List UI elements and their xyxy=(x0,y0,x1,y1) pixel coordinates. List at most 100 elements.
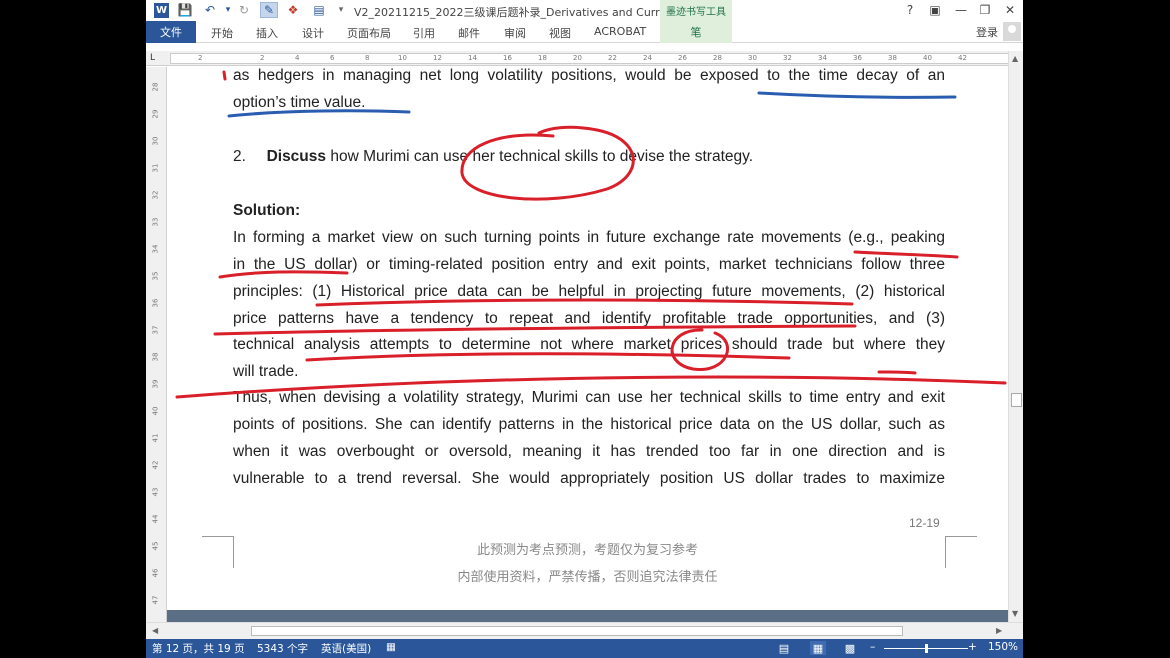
crop-mark xyxy=(202,536,234,568)
ribbon-display-options-icon[interactable]: ▣ xyxy=(926,2,944,18)
ruler-mark: 8 xyxy=(365,54,370,62)
question-bold-word: Discuss xyxy=(266,148,327,165)
page-number: 12-19 xyxy=(909,516,940,530)
tab-design[interactable]: 设计 xyxy=(302,25,324,41)
language-status[interactable]: 英语(美国) xyxy=(321,641,371,656)
word-window: W 💾 ↶ ▾ ↻ ✎ ❖ ▤ ▾ V2_20211215_2022三级课后题补… xyxy=(146,0,1023,658)
solution-heading[interactable]: Solution: xyxy=(233,202,945,220)
ink-pen-icon[interactable]: ✎ xyxy=(260,2,278,18)
zoom-slider-thumb[interactable] xyxy=(925,644,928,653)
scroll-left-icon[interactable]: ◀ xyxy=(152,626,158,635)
footer-watermark-line: 此预测为考点预测，考题仅为复习参考 xyxy=(476,543,698,558)
read-mode-icon[interactable]: ▤ xyxy=(776,641,792,655)
ruler-mark: 38 xyxy=(151,352,160,362)
tab-stop-selector-icon[interactable]: L xyxy=(150,53,161,64)
ruler-mark: 28 xyxy=(713,54,722,62)
customize-toolbar-icon[interactable]: ▾ xyxy=(332,2,350,18)
ink-underline-red xyxy=(305,352,791,362)
save-icon[interactable]: 💾 xyxy=(176,2,194,18)
ruler-mark: 12 xyxy=(433,54,442,62)
zoom-slider[interactable] xyxy=(884,644,968,653)
title-bar: W 💾 ↶ ▾ ↻ ✎ ❖ ▤ ▾ V2_20211215_2022三级课后题补… xyxy=(146,0,1023,21)
ruler-mark: 10 xyxy=(398,54,407,62)
ruler-mark: 42 xyxy=(958,54,967,62)
ruler-mark: 34 xyxy=(151,244,160,254)
scroll-right-icon[interactable]: ▶ xyxy=(996,626,1002,635)
help-button[interactable]: ? xyxy=(901,2,919,18)
undo-icon[interactable]: ↶ xyxy=(201,2,219,18)
web-layout-icon[interactable]: ▩ xyxy=(842,641,858,655)
ink-tick-mark xyxy=(222,70,227,81)
page-break-gap xyxy=(167,610,1008,622)
crop-mark xyxy=(945,536,977,568)
tab-page-layout[interactable]: 页面布局 xyxy=(347,25,391,41)
tab-review[interactable]: 审阅 xyxy=(504,25,526,41)
vertical-ruler[interactable]: 28 29 30 31 32 33 34 35 36 37 38 39 40 4… xyxy=(146,67,167,622)
horizontal-scroll-thumb[interactable] xyxy=(251,626,903,636)
ruler-bar: 2 2 4 6 8 10 12 14 16 18 20 22 24 26 28 … xyxy=(170,53,1010,64)
tab-acrobat[interactable]: ACROBAT xyxy=(594,25,646,38)
question-item[interactable]: 2. Discuss how Murimi can use her techni… xyxy=(233,148,945,166)
print-layout-icon[interactable]: ▦ xyxy=(810,641,826,655)
ruler-mark: 34 xyxy=(818,54,827,62)
body-text-line[interactable]: in the US dollar) or timing-related posi… xyxy=(233,256,945,274)
ruler-mark: 2 xyxy=(260,54,265,62)
horizontal-ruler[interactable]: L 2 2 4 6 8 10 12 14 16 18 20 22 24 26 2… xyxy=(146,51,1023,66)
body-text-line[interactable]: Thus, when devising a volatility strateg… xyxy=(233,389,945,407)
avatar[interactable] xyxy=(1003,22,1021,41)
body-text-line[interactable]: as hedgers in managing net long volatili… xyxy=(233,67,945,85)
document-title: V2_20211215_2022三级课后题补录_Derivatives and … xyxy=(354,6,684,19)
zoom-out-icon[interactable]: – xyxy=(870,641,875,653)
body-text-line[interactable]: option’s time value. xyxy=(233,94,945,112)
horizontal-scrollbar[interactable]: ◀ ▶ xyxy=(146,622,1023,639)
ruler-mark: 28 xyxy=(151,82,160,92)
ruler-mark: 29 xyxy=(151,109,160,119)
tab-view[interactable]: 视图 xyxy=(549,25,571,41)
body-text-line[interactable]: principles: (1) Historical price data ca… xyxy=(233,283,945,301)
vertical-scroll-thumb[interactable] xyxy=(1011,393,1022,407)
ruler-mark: 35 xyxy=(151,271,160,281)
body-text-line[interactable]: will trade. xyxy=(233,363,945,381)
zoom-in-icon[interactable]: + xyxy=(968,641,977,653)
ruler-mark: 40 xyxy=(151,406,160,416)
vertical-scrollbar[interactable]: ▲ ▼ xyxy=(1008,51,1023,622)
restore-icon[interactable]: ❐ xyxy=(976,2,994,18)
ribbon-tabs: 文件 开始 插入 设计 页面布局 引用 邮件 审阅 视图 ACROBAT 笔 登… xyxy=(146,21,1023,43)
close-icon[interactable]: ✕ xyxy=(1001,2,1019,18)
ruler-mark: 2 xyxy=(198,54,203,62)
layout-icon[interactable]: ▤ xyxy=(310,2,328,18)
body-text-line[interactable]: price patterns have a tendency to repeat… xyxy=(233,310,945,328)
tab-references[interactable]: 引用 xyxy=(413,25,435,41)
ruler-mark: 37 xyxy=(151,325,160,335)
ruler-mark: 18 xyxy=(538,54,547,62)
body-text-line[interactable]: vulnerable to a trend reversal. She woul… xyxy=(233,470,945,488)
status-bar: 第 12 页，共 19 页 5343 个字 英语(美国) ▦ ▤ ▦ ▩ – +… xyxy=(146,639,1023,658)
body-text-line[interactable]: points of positions. She can identify pa… xyxy=(233,416,945,434)
macro-record-icon[interactable]: ▦ xyxy=(386,641,396,653)
sign-in-link[interactable]: 登录 xyxy=(976,24,998,40)
minimize-icon[interactable]: — xyxy=(952,2,970,18)
zoom-level[interactable]: 150% xyxy=(988,641,1018,653)
ruler-mark: 32 xyxy=(783,54,792,62)
document-page[interactable]: as hedgers in managing net long volatili… xyxy=(167,67,1008,622)
tab-pen[interactable]: 笔 xyxy=(660,21,732,43)
tab-file[interactable]: 文件 xyxy=(146,21,196,43)
body-text-line[interactable]: technical analysis attempts to determine… xyxy=(233,336,945,354)
scroll-down-icon[interactable]: ▼ xyxy=(1012,609,1018,618)
scroll-up-icon[interactable]: ▲ xyxy=(1012,54,1018,63)
ink-tools-context-label: 墨迹书写工具 xyxy=(660,0,732,21)
eraser-icon[interactable]: ❖ xyxy=(284,2,302,18)
ruler-mark: 26 xyxy=(678,54,687,62)
redo-icon[interactable]: ↻ xyxy=(235,2,253,18)
ruler-mark: 24 xyxy=(643,54,652,62)
ruler-mark: 31 xyxy=(151,163,160,173)
body-text-line[interactable]: when it was overbought or oversold, mean… xyxy=(233,443,945,461)
body-text-line[interactable]: In forming a market view on such turning… xyxy=(233,229,945,247)
question-number: 2. xyxy=(233,148,246,165)
word-count-status[interactable]: 5343 个字 xyxy=(257,641,308,656)
tab-mailings[interactable]: 邮件 xyxy=(458,25,480,41)
ruler-mark: 22 xyxy=(608,54,617,62)
tab-insert[interactable]: 插入 xyxy=(256,25,278,41)
page-count-status[interactable]: 第 12 页，共 19 页 xyxy=(152,641,245,656)
tab-home[interactable]: 开始 xyxy=(211,25,233,41)
